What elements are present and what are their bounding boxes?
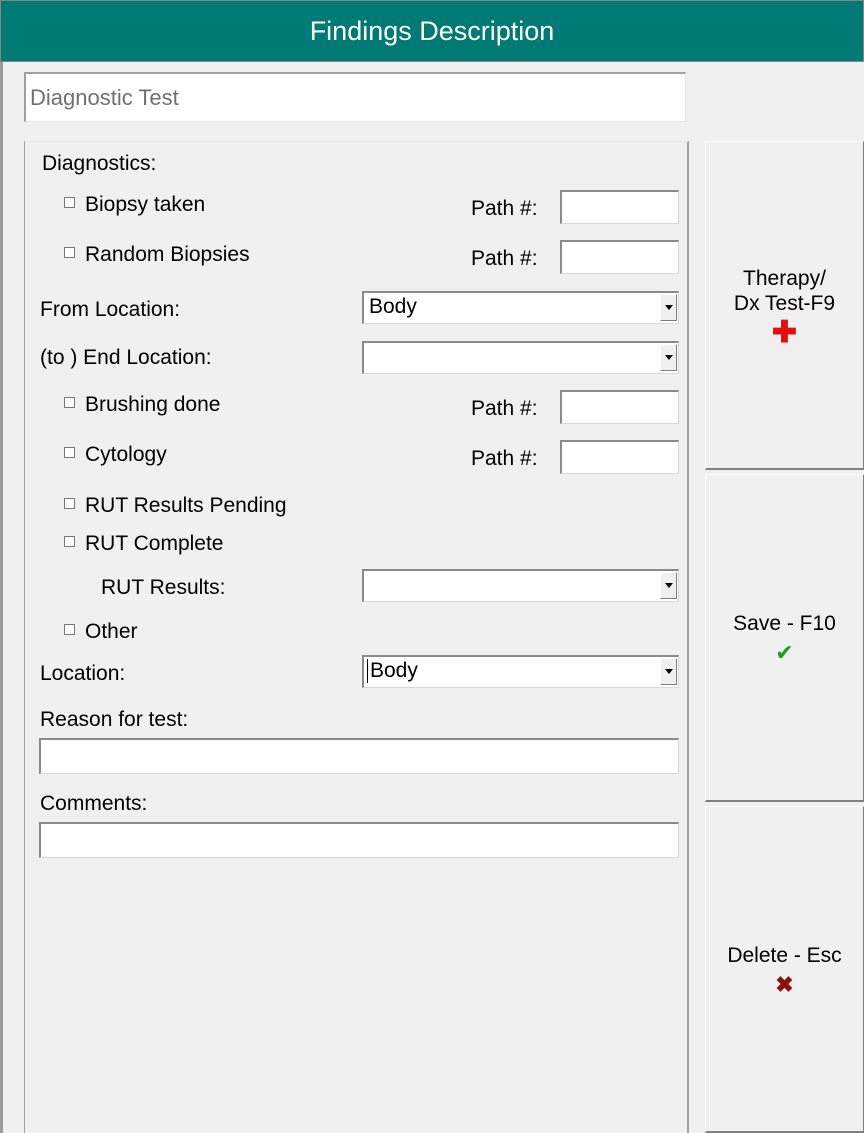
cytology-path-input[interactable] bbox=[560, 440, 679, 474]
save-button[interactable]: Save - F10 ✔ bbox=[705, 474, 864, 802]
delete-button[interactable]: Delete - Esc ✖ bbox=[705, 806, 864, 1133]
location-dropdown[interactable]: Body bbox=[362, 655, 679, 688]
therapy-dx-test-button[interactable]: Therapy/ Dx Test-F9 ✚ bbox=[705, 141, 864, 470]
red-plus-icon: ✚ bbox=[771, 316, 798, 349]
random-biopsies-path-label: Path #: bbox=[471, 247, 538, 270]
brushing-path-label: Path #: bbox=[471, 397, 538, 420]
checkbox-box[interactable] bbox=[64, 535, 75, 547]
window-title: Findings Description bbox=[309, 15, 555, 46]
chevron-down-icon[interactable] bbox=[660, 344, 677, 371]
comments-label: Comments: bbox=[40, 792, 148, 815]
reason-for-test-label: Reason for test: bbox=[40, 708, 189, 731]
random-biopsies-checkbox[interactable]: Random Biopsies bbox=[64, 243, 250, 267]
chevron-down-icon[interactable] bbox=[660, 294, 677, 321]
rut-results-dropdown[interactable] bbox=[362, 569, 679, 602]
location-value: Body bbox=[367, 659, 418, 683]
other-label: Other bbox=[85, 620, 138, 643]
checkbox-box[interactable] bbox=[64, 246, 75, 258]
brushing-done-label: Brushing done bbox=[85, 393, 221, 416]
random-biopsies-label: Random Biopsies bbox=[85, 243, 250, 266]
biopsy-taken-checkbox[interactable]: Biopsy taken bbox=[64, 193, 205, 217]
finding-type-field[interactable] bbox=[24, 72, 686, 122]
rut-complete-label: RUT Complete bbox=[85, 532, 224, 555]
end-location-label: (to ) End Location: bbox=[40, 346, 212, 369]
from-location-value: Body bbox=[369, 295, 417, 318]
rut-results-pending-checkbox[interactable]: RUT Results Pending bbox=[64, 494, 287, 518]
cytology-path-label: Path #: bbox=[471, 447, 538, 470]
biopsy-path-input[interactable] bbox=[560, 190, 679, 224]
brushing-path-input[interactable] bbox=[560, 390, 679, 424]
from-location-dropdown[interactable]: Body bbox=[362, 291, 679, 324]
therapy-button-label: Therapy/ Dx Test-F9 bbox=[733, 267, 836, 315]
chevron-down-icon[interactable] bbox=[660, 572, 677, 599]
green-check-icon: ✔ bbox=[775, 640, 794, 665]
red-x-icon: ✖ bbox=[775, 971, 794, 997]
other-checkbox[interactable]: Other bbox=[64, 620, 138, 644]
biopsy-path-label: Path #: bbox=[471, 197, 538, 220]
reason-for-test-input[interactable] bbox=[39, 738, 679, 774]
delete-button-label: Delete - Esc bbox=[727, 943, 842, 967]
rut-results-pending-label: RUT Results Pending bbox=[85, 494, 287, 517]
biopsy-taken-label: Biopsy taken bbox=[85, 193, 206, 216]
cytology-checkbox[interactable]: Cytology bbox=[64, 443, 167, 467]
window-left-border bbox=[0, 0, 3, 1133]
checkbox-box[interactable] bbox=[64, 396, 75, 408]
cytology-label: Cytology bbox=[85, 443, 167, 466]
chevron-down-icon[interactable] bbox=[660, 658, 677, 685]
save-button-label: Save - F10 bbox=[733, 612, 836, 635]
random-biopsies-path-input[interactable] bbox=[560, 240, 679, 274]
checkbox-box[interactable] bbox=[64, 623, 75, 635]
window-title-bar: Findings Description bbox=[0, 0, 864, 62]
comments-input[interactable] bbox=[39, 822, 679, 858]
checkbox-box[interactable] bbox=[64, 497, 75, 509]
location-label: Location: bbox=[40, 662, 126, 685]
rut-results-label: RUT Results: bbox=[101, 576, 226, 599]
from-location-label: From Location: bbox=[40, 298, 181, 321]
diagnostics-section-label: Diagnostics: bbox=[42, 152, 157, 175]
brushing-done-checkbox[interactable]: Brushing done bbox=[64, 393, 220, 417]
rut-complete-checkbox[interactable]: RUT Complete bbox=[64, 532, 224, 556]
checkbox-box[interactable] bbox=[64, 196, 75, 208]
checkbox-box[interactable] bbox=[64, 446, 75, 458]
end-location-dropdown[interactable] bbox=[362, 341, 679, 374]
